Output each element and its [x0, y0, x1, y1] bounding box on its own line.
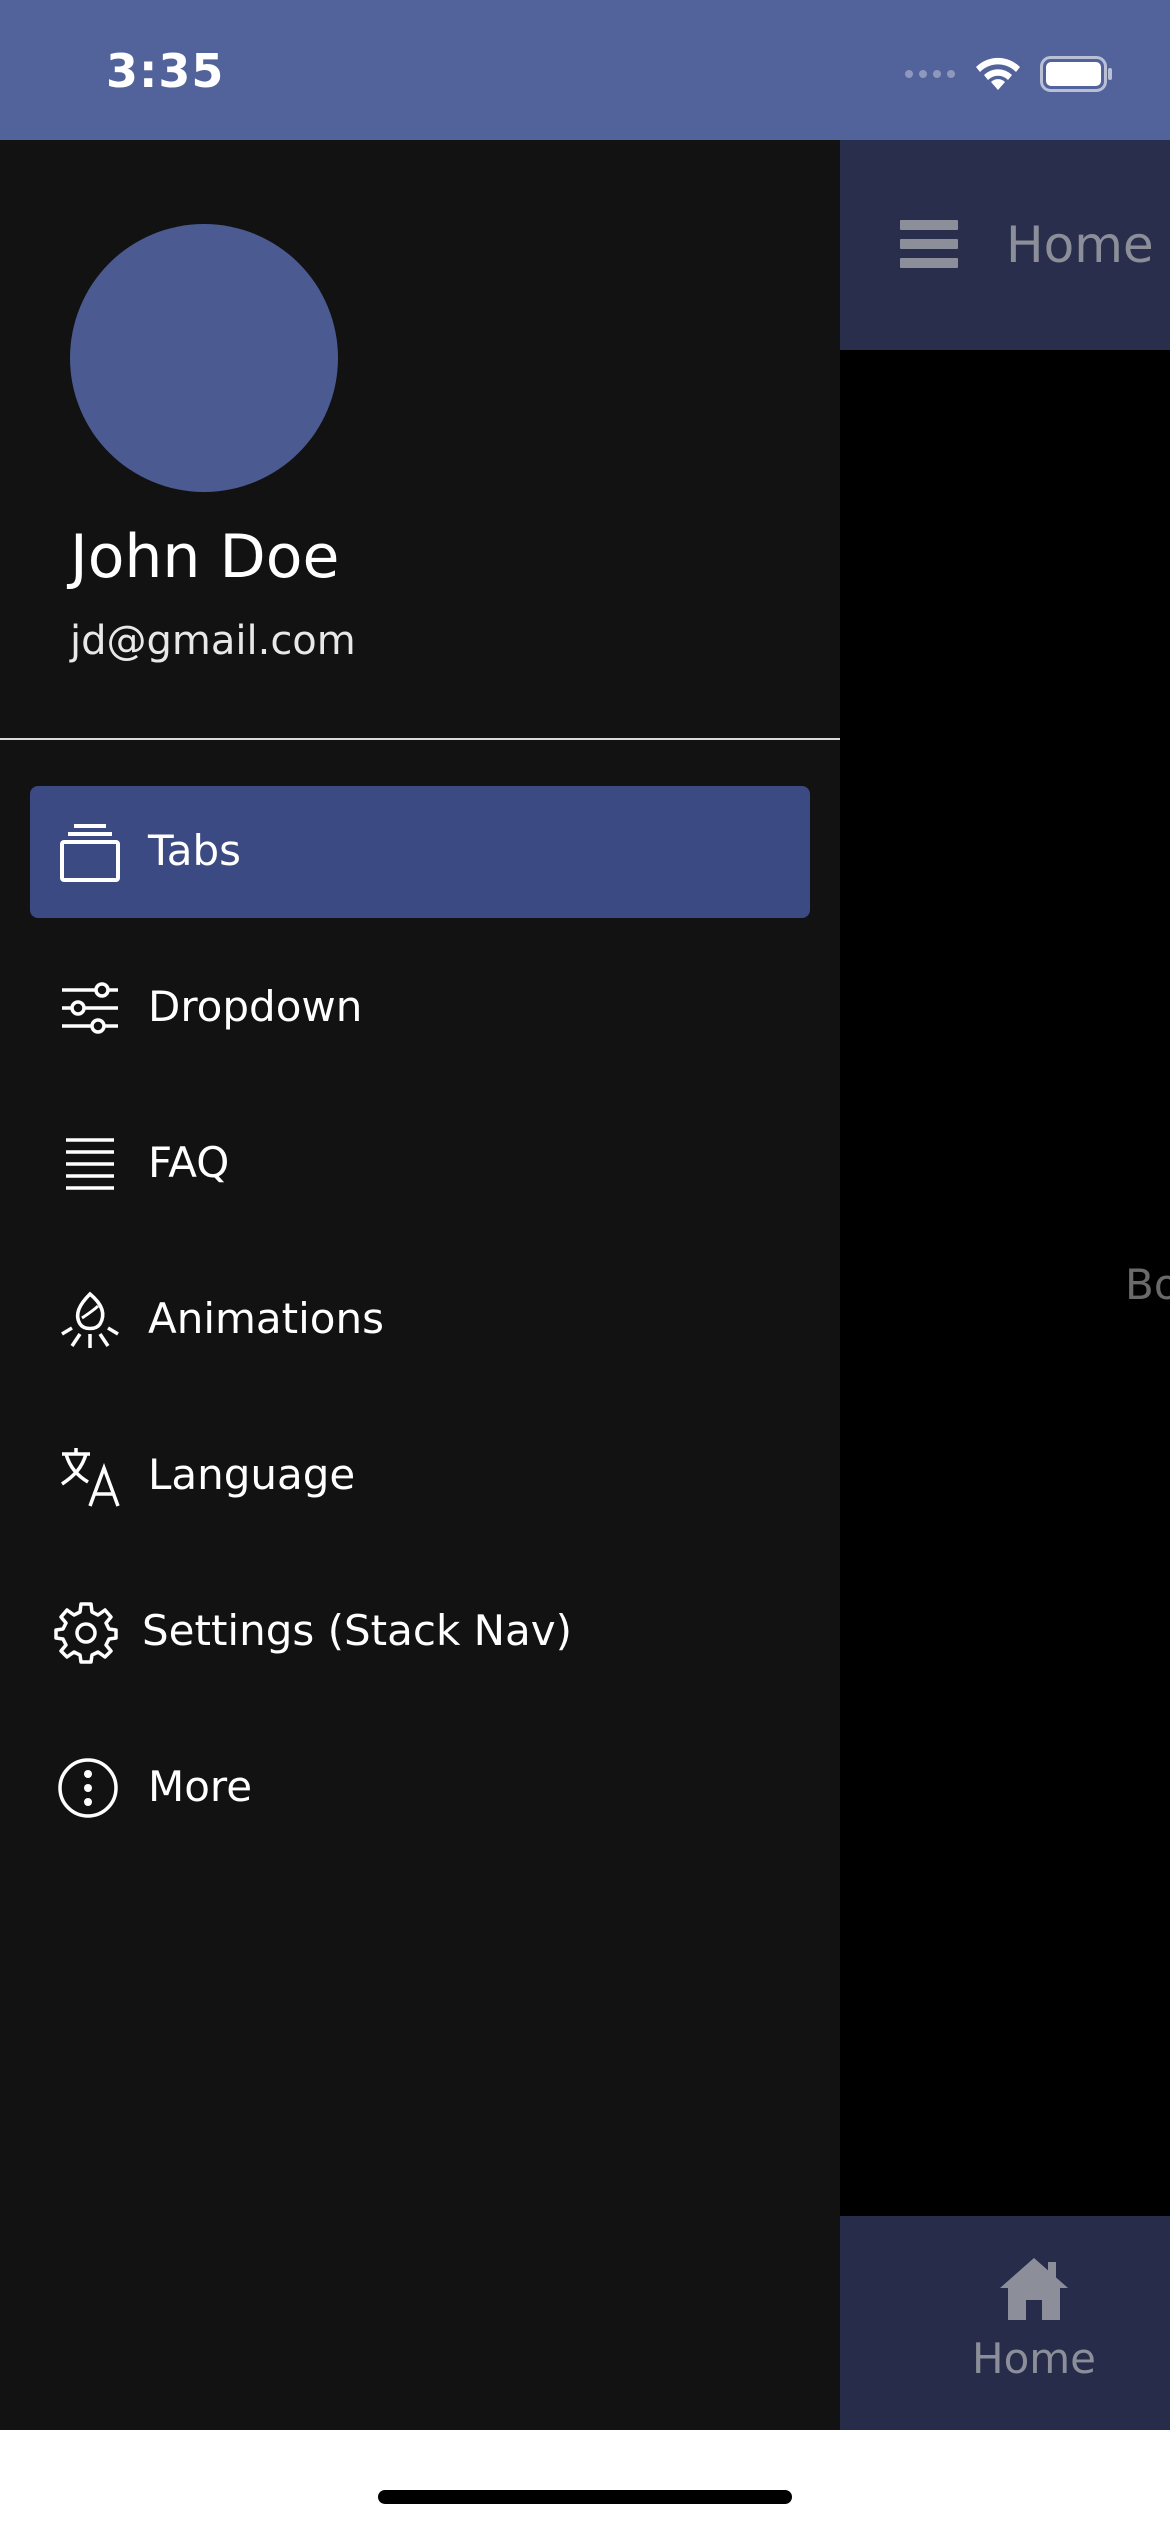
drawer-item-label: FAQ — [148, 1138, 230, 1187]
drawer-item-label: Animations — [148, 1294, 385, 1343]
sliders-icon — [62, 982, 118, 1034]
status-time: 3:35 — [106, 44, 225, 98]
tabs-icon — [60, 824, 120, 882]
translate-icon — [61, 1448, 120, 1507]
app-screen: 3:35 Home Bo Home John Doe jd@gmail.com … — [0, 0, 1170, 2532]
drawer-item-label: Tabs — [148, 826, 241, 875]
user-name: John Doe — [70, 522, 340, 592]
background-body-text: Bo — [1125, 1260, 1170, 1309]
status-bar: 3:35 — [0, 0, 1170, 140]
drawer-item-settings[interactable]: Settings (Stack Nav) — [30, 1566, 810, 1698]
battery-icon — [1040, 56, 1112, 92]
hamburger-menu-icon[interactable] — [900, 220, 958, 268]
navigation-drawer: John Doe jd@gmail.com Tabs Dropdown FAQ … — [0, 140, 840, 2430]
signal-icon — [905, 70, 955, 78]
list-lines-icon — [66, 1138, 114, 1190]
background-body: Bo — [840, 350, 1170, 2216]
background-header-title: Home — [1006, 216, 1154, 274]
drawer-divider — [0, 738, 840, 740]
more-vertical-icon — [58, 1758, 118, 1818]
avatar[interactable] — [70, 224, 338, 492]
drawer-item-more[interactable]: More — [30, 1722, 810, 1854]
status-icons — [904, 52, 1114, 96]
drawer-item-label: Settings (Stack Nav) — [142, 1606, 573, 1655]
campfire-icon — [61, 1291, 119, 1348]
drawer-item-language[interactable]: Language — [30, 1410, 810, 1542]
drawer-item-animations[interactable]: Animations — [30, 1254, 810, 1386]
drawer-item-label: More — [148, 1762, 253, 1811]
home-icon — [1000, 2258, 1068, 2320]
wifi-icon — [976, 57, 1020, 90]
drawer-item-dropdown[interactable]: Dropdown — [30, 942, 810, 1074]
tab-home-label: Home — [971, 2334, 1097, 2383]
drawer-item-faq[interactable]: FAQ — [30, 1098, 810, 1230]
user-email: jd@gmail.com — [70, 618, 356, 664]
drawer-item-label: Language — [148, 1450, 356, 1499]
background-tab-bar: Home — [840, 2216, 1170, 2430]
tab-home[interactable]: Home — [960, 2256, 1108, 2383]
drawer-item-label: Dropdown — [148, 982, 363, 1031]
home-indicator[interactable] — [378, 2490, 792, 2504]
home-indicator-area — [0, 2430, 1170, 2532]
background-header: Home — [840, 140, 1170, 350]
gear-icon — [54, 1602, 118, 1664]
drawer-item-tabs[interactable]: Tabs — [30, 786, 810, 918]
